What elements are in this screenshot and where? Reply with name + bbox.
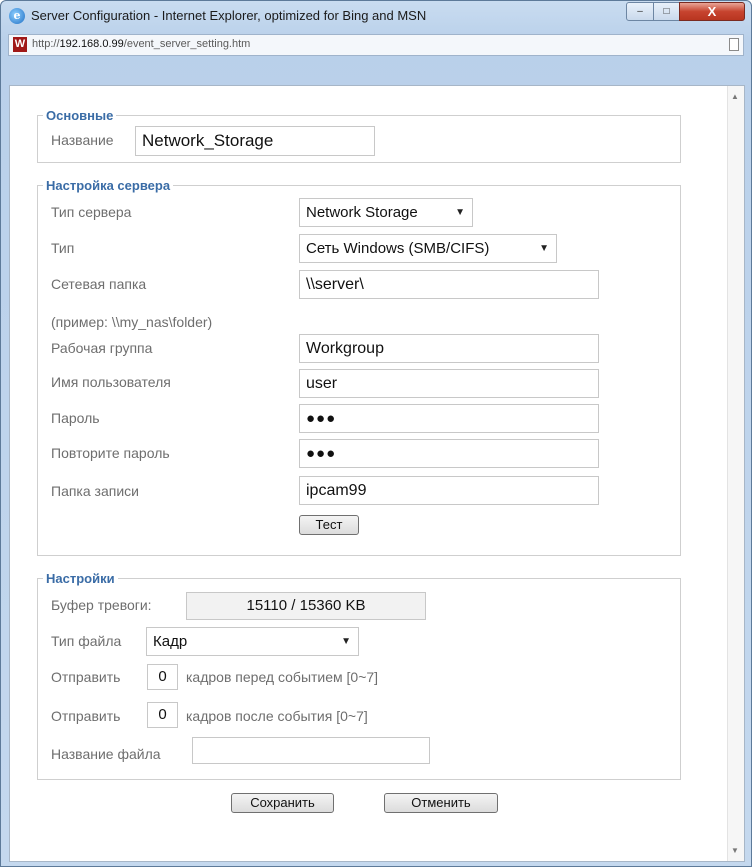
alarm-buffer-value: 15110 / 15360 KB [186, 592, 426, 620]
browser-window: e Server Configuration - Internet Explor… [0, 0, 752, 867]
url-path: /event_server_setting.htm [123, 38, 251, 50]
password-field[interactable]: ●●● [299, 404, 599, 433]
url-host: 192.168.0.99 [59, 38, 124, 50]
settings-legend: Настройки [46, 571, 115, 586]
type-value: Сеть Windows (SMB/CIFS) [306, 240, 490, 257]
page-content: ▲ ▼ Основные Название Network_Storage На… [9, 85, 745, 862]
test-button[interactable]: Тест [299, 515, 359, 535]
cancel-button[interactable]: Отменить [384, 793, 498, 813]
save-button[interactable]: Сохранить [231, 793, 334, 813]
server-type-select[interactable]: Network Storage ▼ [299, 198, 473, 227]
frames-after-field[interactable]: 0 [147, 702, 178, 728]
type-label: Тип [51, 240, 75, 256]
network-folder-field[interactable]: \\server\ [299, 270, 599, 299]
repeat-password-field[interactable]: ●●● [299, 439, 599, 468]
name-label: Название [51, 132, 114, 148]
name-field[interactable]: Network_Storage [135, 126, 375, 156]
frames-after-text: кадров после события [0~7] [186, 708, 368, 724]
workgroup-label: Рабочая группа [51, 340, 153, 356]
send-before-label: Отправить [51, 669, 121, 685]
close-button[interactable]: X [679, 2, 745, 21]
username-label: Имя пользователя [51, 374, 171, 390]
chevron-down-icon: ▼ [539, 243, 549, 254]
alarm-buffer-label: Буфер тревоги: [51, 597, 152, 613]
server-type-label: Тип сервера [51, 204, 132, 220]
repeat-password-label: Повторите пароль [51, 445, 170, 461]
filename-label: Название файла [51, 746, 161, 762]
url-prefix: http:// [32, 38, 60, 50]
scroll-up-icon[interactable]: ▲ [731, 92, 739, 101]
site-favicon-icon: W [13, 37, 27, 52]
record-folder-label: Папка записи [51, 483, 139, 499]
server-type-value: Network Storage [306, 204, 418, 221]
type-select[interactable]: Сеть Windows (SMB/CIFS) ▼ [299, 234, 557, 263]
chevron-down-icon: ▼ [455, 207, 465, 218]
file-type-label: Тип файла [51, 633, 122, 649]
frames-before-text: кадров перед событием [0~7] [186, 669, 379, 685]
send-after-label: Отправить [51, 708, 121, 724]
workgroup-field[interactable]: Workgroup [299, 334, 599, 363]
address-url[interactable]: http://192.168.0.99/event_server_setting… [32, 38, 250, 50]
password-label: Пароль [51, 410, 100, 426]
maximize-button[interactable]: □ [653, 2, 680, 21]
file-type-select[interactable]: Кадр ▼ [146, 627, 359, 656]
window-title: Server Configuration - Internet Explorer… [31, 8, 427, 23]
file-type-value: Кадр [153, 633, 188, 650]
scroll-down-icon[interactable]: ▼ [731, 846, 739, 855]
filename-field[interactable] [192, 737, 430, 764]
example-hint: (пример: \\my_nas\folder) [51, 314, 213, 330]
page-icon [729, 38, 739, 51]
minimize-button[interactable]: – [626, 2, 654, 21]
username-field[interactable]: user [299, 369, 599, 398]
record-folder-field[interactable]: ipcam99 [299, 476, 599, 505]
internet-explorer-icon: e [9, 8, 25, 24]
frames-before-field[interactable]: 0 [147, 664, 178, 690]
vertical-scrollbar[interactable]: ▲ ▼ [727, 86, 744, 861]
basic-legend: Основные [46, 108, 114, 123]
chevron-down-icon: ▼ [341, 636, 351, 647]
server-legend: Настройка сервера [46, 178, 171, 193]
network-folder-label: Сетевая папка [51, 276, 147, 292]
title-bar: e Server Configuration - Internet Explor… [1, 1, 751, 31]
address-bar[interactable]: W http://192.168.0.99/event_server_setti… [8, 34, 744, 56]
